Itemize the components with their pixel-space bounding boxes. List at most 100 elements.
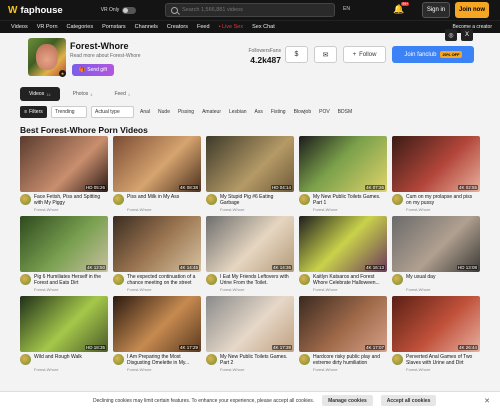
send-gift-button[interactable]: 🎁 Send gift (72, 64, 114, 76)
creator-avatar[interactable] (206, 274, 217, 285)
accept-cookies-button[interactable]: Accept all cookies (380, 395, 437, 406)
video-card[interactable]: 4K 17:39 My New Public Toilets Games. Par… (206, 296, 294, 376)
instagram-icon[interactable]: ◎ (445, 29, 457, 41)
video-card[interactable]: HD 18:35 Wild and Rough Walk Forest-Whore (20, 296, 108, 376)
search-input[interactable] (182, 7, 322, 13)
creator-avatar[interactable] (299, 274, 310, 285)
video-card[interactable]: 4K 02:55 Cum on my prolapse and piss on m… (392, 136, 480, 216)
creator-avatar[interactable] (20, 354, 31, 365)
video-creator[interactable]: Forest-Whore (127, 367, 151, 372)
search-icon[interactable] (171, 6, 178, 14)
tag-chip[interactable]: Nude (156, 109, 172, 115)
join-fanclub-button[interactable]: Join fanclub 20% OFF (392, 46, 474, 63)
video-creator[interactable]: Forest-Whore (406, 287, 430, 292)
video-title[interactable]: My New Public Toilets Games. Part 1 (313, 194, 385, 206)
video-title[interactable]: Kaitlyn Katsaros and Forest Whore Celebr… (313, 274, 385, 286)
close-icon[interactable]: ✕ (484, 397, 490, 405)
filters-button[interactable]: ≡ Filters (20, 106, 47, 118)
video-card[interactable]: 4K 14:45 The expected continuation of a c… (113, 216, 201, 296)
creator-avatar[interactable] (206, 194, 217, 205)
video-title[interactable]: Face Fetish, Piss and Spitting with My P… (34, 194, 106, 206)
video-card[interactable]: 4K 26:44 Perverted Anal Games of Two Slav… (392, 296, 480, 376)
video-thumbnail[interactable]: HD 05:26 (20, 136, 108, 192)
creator-avatar[interactable] (113, 354, 124, 365)
nav-creators[interactable]: Creators (167, 24, 188, 30)
video-thumbnail[interactable]: HD 18:35 (20, 296, 108, 352)
video-creator[interactable]: Forest-Whore (313, 367, 337, 372)
video-card[interactable]: HD 05:26 Face Fetish, Piss and Spitting w… (20, 136, 108, 216)
video-creator[interactable]: Forest-Whore (406, 207, 430, 212)
logo[interactable]: W faphouse (8, 5, 63, 16)
video-title[interactable]: Perverted Anal Games of Two Slaves with … (406, 354, 478, 366)
tag-chip[interactable]: POV (317, 109, 332, 115)
tab-videos[interactable]: Videos 14 (20, 87, 60, 101)
video-card[interactable]: 4K 17:07 Hardcore risky public play and e… (299, 296, 387, 376)
type-select[interactable]: Actual type (91, 106, 134, 118)
video-creator[interactable]: Forest-Whore (127, 207, 151, 212)
nav-pornstars[interactable]: Pornstars (102, 24, 126, 30)
video-title[interactable]: Wild and Rough Walk (34, 354, 106, 360)
video-creator[interactable]: Forest-Whore (220, 287, 244, 292)
video-thumbnail[interactable]: 4K 14:45 (113, 216, 201, 272)
creator-avatar[interactable] (392, 354, 403, 365)
video-thumbnail[interactable]: 4K 14:36 (206, 216, 294, 272)
toggle-switch[interactable] (122, 6, 137, 14)
nav-sex-chat[interactable]: Sex Chat (252, 24, 275, 30)
video-title[interactable]: I Eat My Friends Leftovers with Urine Fr… (220, 274, 292, 286)
video-title[interactable]: I Am Preparing the Most Disgusting Omele… (127, 354, 199, 366)
nav-videos[interactable]: Videos (11, 24, 28, 30)
bell-icon[interactable]: 🔔 99+ (393, 2, 410, 15)
video-thumbnail[interactable]: HD 13:08 (392, 216, 480, 272)
message-button[interactable]: ✉ (314, 46, 337, 63)
video-creator[interactable]: Forest-Whore (34, 287, 58, 292)
tab-photos[interactable]: Photos 4 (64, 87, 102, 101)
video-thumbnail[interactable]: 4K 17:39 (206, 296, 294, 352)
tag-chip[interactable]: Pissing (176, 109, 196, 115)
video-thumbnail[interactable]: 4K 08:38 (113, 136, 201, 192)
video-thumbnail[interactable]: 4K 26:44 (392, 296, 480, 352)
join-button[interactable]: Join now (455, 2, 489, 18)
tag-chip[interactable]: Fisting (269, 109, 288, 115)
video-creator[interactable]: Forest-Whore (34, 207, 58, 212)
tag-chip[interactable]: Blowjob (292, 109, 314, 115)
video-creator[interactable]: Forest-Whore (220, 367, 244, 372)
video-card[interactable]: 4K 12:50 Pig 6 Humiliates Herself in the … (20, 216, 108, 296)
read-more-link[interactable]: Read more about Forest-Whore (70, 53, 141, 59)
video-card[interactable]: 4K 14:36 I Eat My Friends Leftovers with … (206, 216, 294, 296)
tab-feed[interactable]: Feed 1 (105, 87, 139, 101)
video-title[interactable]: My New Public Toilets Games. Part 2 (220, 354, 292, 366)
creator-avatar[interactable] (392, 274, 403, 285)
nav-channels[interactable]: Channels (135, 24, 158, 30)
video-title[interactable]: Piss and Milk in My Ass (127, 194, 199, 200)
video-title[interactable]: Hardcore risky public play and extreme d… (313, 354, 385, 366)
creator-avatar[interactable] (20, 274, 31, 285)
creator-avatar[interactable] (299, 194, 310, 205)
nav-feed[interactable]: Feed (197, 24, 210, 30)
video-thumbnail[interactable]: 4K 07:26 (299, 136, 387, 192)
video-thumbnail[interactable]: 4K 17:07 (299, 296, 387, 352)
tag-chip[interactable]: Ass (253, 109, 265, 115)
video-thumbnail[interactable]: 4K 12:50 (20, 216, 108, 272)
video-card[interactable]: 4K 08:38 Piss and Milk in My Ass Forest-Wh… (113, 136, 201, 216)
video-creator[interactable]: Forest-Whore (313, 207, 337, 212)
video-card[interactable]: HD 13:08 My usual day Forest-Whore (392, 216, 480, 296)
video-title[interactable]: The expected continuation of a chance me… (127, 274, 199, 286)
video-thumbnail[interactable]: 4K 02:55 (392, 136, 480, 192)
creator-avatar[interactable] (299, 354, 310, 365)
video-creator[interactable]: Forest-Whore (220, 207, 244, 212)
search-box[interactable] (165, 3, 335, 17)
creator-avatar[interactable] (20, 194, 31, 205)
video-creator[interactable]: Forest-Whore (313, 287, 337, 292)
video-creator[interactable]: Forest-Whore (34, 367, 58, 372)
creator-avatar[interactable] (113, 194, 124, 205)
vr-toggle[interactable]: VR Only (101, 6, 137, 14)
x-icon[interactable]: X (461, 29, 473, 41)
nav-vr-porn[interactable]: VR Porn (37, 24, 58, 30)
nav-live-sex[interactable]: • Live Sex (219, 24, 244, 30)
video-card[interactable]: 4K 17:29 I Am Preparing the Most Disgusti… (113, 296, 201, 376)
video-card[interactable]: HD 04:14 My Stupid Pig #6 Eating Garbage F… (206, 136, 294, 216)
video-card[interactable]: 4K 16:13 Kaitlyn Katsaros and Forest Whor… (299, 216, 387, 296)
video-creator[interactable]: Forest-Whore (127, 287, 151, 292)
video-title[interactable]: My Stupid Pig #6 Eating Garbage (220, 194, 292, 206)
video-title[interactable]: My usual day (406, 274, 478, 280)
